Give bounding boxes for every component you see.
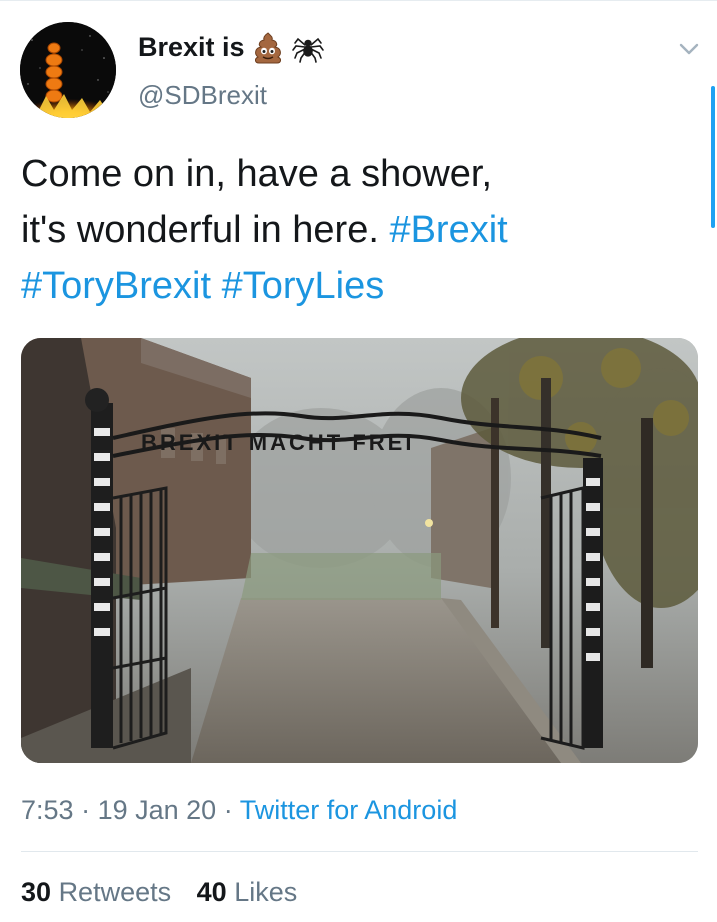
tweet-meta: 7:53 · 19 Jan 20 · Twitter for Android bbox=[21, 792, 457, 828]
tweet-media-photo[interactable]: BREXIT MACHT FREI bbox=[21, 338, 698, 763]
author-name-row[interactable]: Brexit is bbox=[138, 30, 325, 64]
avatar[interactable] bbox=[20, 22, 116, 118]
tweet-text-line: Come on in, have a shower, bbox=[21, 146, 681, 202]
top-divider bbox=[0, 0, 717, 1]
retweets-stat[interactable]: 30 Retweets bbox=[21, 877, 179, 907]
tweet-text-segment bbox=[211, 265, 222, 307]
likes-count: 40 bbox=[196, 877, 227, 907]
tweet-source-link[interactable]: Twitter for Android bbox=[240, 795, 458, 825]
tweet-text-line: it's wonderful in here. #Brexit bbox=[21, 202, 681, 258]
author-handle[interactable]: @SDBrexit bbox=[138, 78, 267, 112]
spider-icon bbox=[291, 37, 324, 63]
hashtag-link[interactable]: #ToryLies bbox=[222, 265, 385, 307]
tweet-date[interactable]: 19 Jan 20 bbox=[98, 795, 217, 825]
stats-divider bbox=[21, 851, 698, 852]
tweet-text: Come on in, have a shower, it's wonderfu… bbox=[21, 146, 681, 314]
avatar-image bbox=[20, 22, 116, 118]
retweets-label: Retweets bbox=[58, 877, 172, 907]
hashtag-link[interactable]: #Brexit bbox=[389, 209, 507, 251]
tweet-text-segment: Come on in, have a shower, bbox=[21, 153, 493, 195]
sign-text: BREXIT MACHT FREI bbox=[141, 430, 414, 455]
meta-separator: · bbox=[81, 795, 91, 825]
retweets-count: 30 bbox=[21, 877, 52, 907]
tweet-text-line: #ToryBrexit #ToryLies bbox=[21, 258, 681, 314]
hashtag-link[interactable]: #ToryBrexit bbox=[21, 265, 211, 307]
likes-stat[interactable]: 40 Likes bbox=[197, 877, 298, 907]
pile-of-poo-icon bbox=[254, 32, 281, 64]
author-name[interactable]: Brexit is bbox=[138, 30, 245, 64]
likes-label: Likes bbox=[234, 877, 298, 907]
scrollbar-thumb[interactable] bbox=[711, 86, 715, 228]
tweet-time[interactable]: 7:53 bbox=[21, 795, 74, 825]
meta-separator: · bbox=[223, 795, 233, 825]
tweet-stats: 30 Retweets 40 Likes bbox=[21, 874, 315, 910]
tweet-text-segment: it's wonderful in here. bbox=[21, 209, 390, 251]
chevron-down-icon[interactable] bbox=[676, 36, 702, 62]
gate-photo: BREXIT MACHT FREI bbox=[21, 338, 698, 763]
